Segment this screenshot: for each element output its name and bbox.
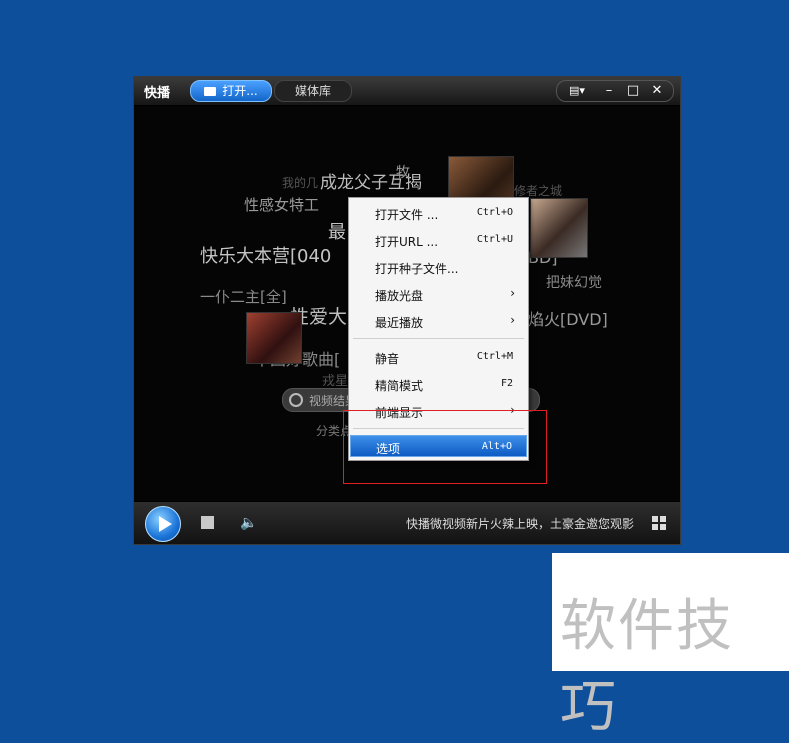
tag-cloud-item[interactable]: 最 [328, 218, 346, 244]
maximize-button[interactable]: □ [621, 81, 645, 101]
volume-icon[interactable]: 🔈 [240, 515, 257, 531]
menu-item-shortcut: F2 [500, 378, 513, 389]
menu-item-label: 打开种子文件... [375, 262, 459, 276]
tag-cloud-item[interactable]: 性感女特工 [244, 194, 319, 215]
tag-cloud-item[interactable]: 我的几 [282, 174, 318, 191]
menu-item-label: 打开URL ... [375, 235, 439, 249]
menu-item-play-disc[interactable]: 播放光盘 › [350, 283, 527, 305]
menu-item-open-url[interactable]: 打开URL ... Ctrl+U [350, 229, 527, 251]
tab-open[interactable]: 打开... [190, 80, 272, 102]
tag-cloud-item[interactable]: 戎星 [322, 370, 348, 389]
menu-item-mute[interactable]: 静音 Ctrl+M [350, 346, 527, 368]
tab-media-library[interactable]: 媒体库 [274, 80, 352, 102]
folder-icon [204, 87, 217, 96]
menu-item-shortcut: Ctrl+O [476, 207, 513, 218]
stop-button[interactable] [201, 516, 214, 529]
chevron-right-icon: › [510, 286, 515, 300]
menu-item-compact-mode[interactable]: 精简模式 F2 [350, 373, 527, 395]
watermark-text: 软件技巧 [560, 594, 734, 740]
control-bar: 🔈 快播微视频新片火辣上映，土豪金邀您观影 [134, 501, 680, 544]
window-controls: ▤▾ – □ ✕ [556, 80, 674, 102]
grid-icon[interactable] [652, 516, 666, 530]
close-button[interactable]: ✕ [645, 81, 669, 101]
chevron-right-icon: › [510, 313, 515, 327]
app-logo: 快播 [144, 86, 171, 101]
menu-item-label: 精简模式 [375, 379, 424, 393]
search-icon [289, 393, 303, 407]
tag-cloud-item[interactable]: 把妹幻觉 [546, 272, 602, 292]
menu-item-shortcut: Ctrl+M [476, 351, 513, 362]
highlight-box [343, 410, 547, 484]
play-button[interactable] [145, 506, 181, 542]
menu-item-label: 播放光盘 [375, 289, 424, 303]
menu-item-open-file[interactable]: 打开文件 ... Ctrl+O [350, 202, 527, 224]
tab-open-label: 打开... [222, 84, 258, 98]
menu-item-label: 静音 [375, 352, 400, 366]
menu-item-recent[interactable]: 最近播放 › [350, 310, 527, 332]
menu-item-shortcut: Ctrl+U [476, 234, 513, 245]
tag-cloud-item[interactable]: 快乐大本营[040 [200, 242, 331, 268]
menu-item-label: 最近播放 [375, 316, 424, 330]
watermark: 软件技巧 [552, 553, 789, 740]
list-icon[interactable]: ▤▾ [563, 81, 591, 101]
movie-poster[interactable] [246, 312, 302, 364]
menu-item-open-torrent[interactable]: 打开种子文件... [350, 256, 527, 278]
movie-poster[interactable] [530, 198, 588, 258]
menu-separator [353, 338, 524, 339]
promo-text[interactable]: 快播微视频新片火辣上映，土豪金邀您观影 [406, 515, 634, 532]
menu-item-label: 打开文件 ... [375, 208, 439, 222]
tag-cloud-item[interactable]: 一仆二主[全] [200, 286, 287, 307]
tag-cloud-item[interactable]: 牧 [396, 162, 410, 182]
minimize-button[interactable]: – [597, 81, 621, 101]
title-bar[interactable]: 快播 打开... 媒体库 ▤▾ – □ ✕ [134, 77, 680, 106]
tag-cloud-item[interactable]: 焰火[DVD] [528, 306, 608, 330]
tab-media-library-label: 媒体库 [294, 84, 331, 98]
